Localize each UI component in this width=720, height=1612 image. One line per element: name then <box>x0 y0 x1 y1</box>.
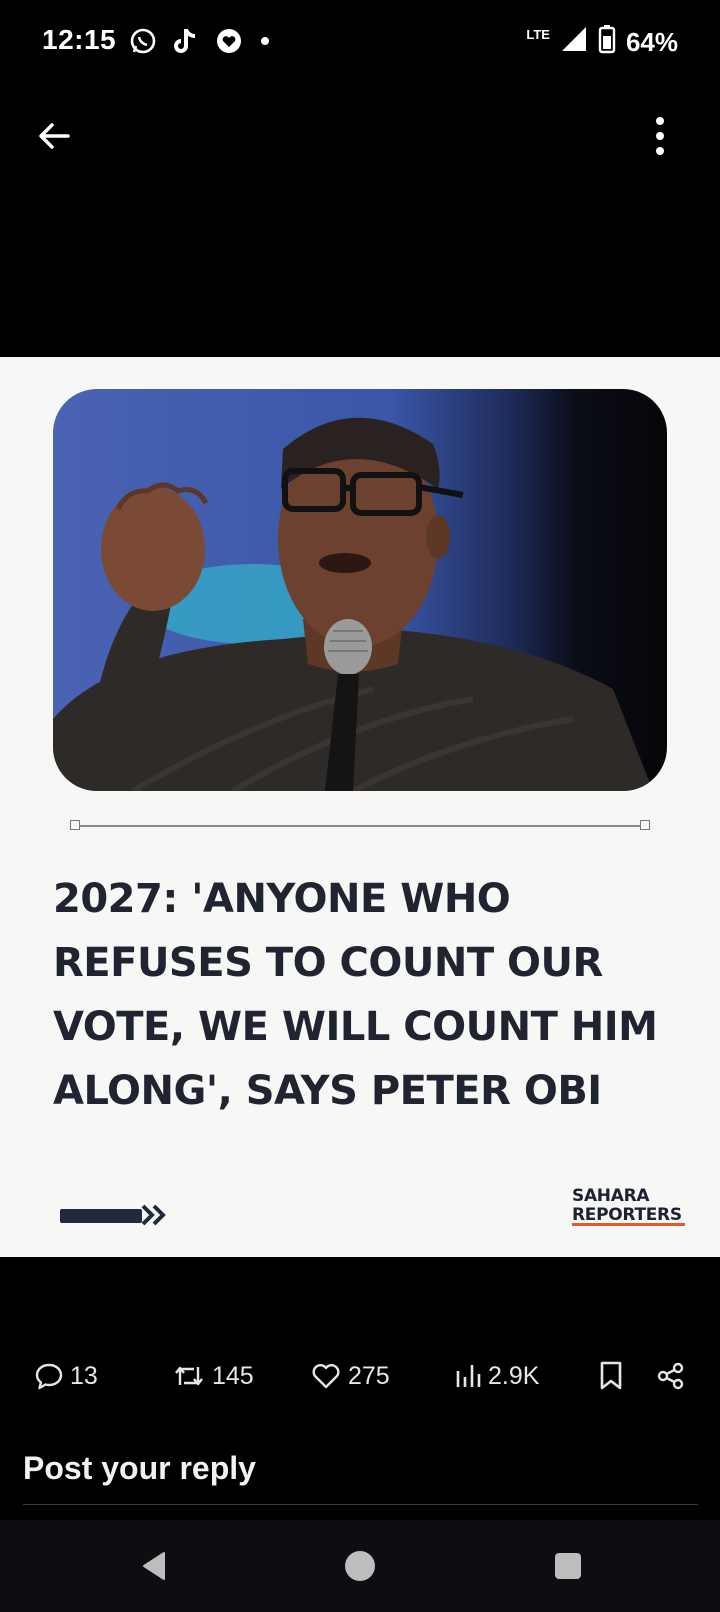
divider-handle-left <box>70 820 80 830</box>
post-actions: 13 145 275 2.9K <box>0 1350 720 1402</box>
back-button[interactable] <box>30 112 78 160</box>
bar-chart-icon <box>456 1365 481 1387</box>
nav-home-button[interactable] <box>340 1546 380 1586</box>
circle-home-icon <box>345 1551 375 1581</box>
dot-icon <box>258 34 272 53</box>
headline-line: 2027: 'ANYONE WHO <box>53 876 511 922</box>
headline-line: ALONG', SAYS PETER OBI <box>53 1068 602 1114</box>
bookmark-button[interactable] <box>598 1350 624 1402</box>
more-options-button[interactable] <box>640 112 680 160</box>
repost-icon <box>175 1366 203 1386</box>
share-button[interactable] <box>656 1350 686 1402</box>
square-recents-icon <box>555 1553 581 1579</box>
reply-count: 13 <box>70 1361 98 1390</box>
headline-line: REFUSES TO COUNT OUR <box>53 940 603 986</box>
speaker-photo <box>53 389 667 791</box>
system-nav-bar <box>0 1520 720 1612</box>
post-media-image[interactable]: 2027: 'ANYONE WHO REFUSES TO COUNT OUR V… <box>0 357 720 1257</box>
status-bar: 12:15 LTE 64% <box>0 0 720 84</box>
triangle-back-icon <box>143 1552 165 1580</box>
brand-logo: SAHARA REPORTERS <box>572 1187 684 1225</box>
reply-input[interactable]: Post your reply <box>23 1450 256 1487</box>
heart-app-icon <box>214 26 244 61</box>
reply-button[interactable]: 13 <box>34 1350 98 1402</box>
repost-button[interactable]: 145 <box>172 1350 254 1402</box>
heart-icon <box>312 1364 340 1389</box>
reply-divider <box>23 1504 698 1505</box>
nav-recents-button[interactable] <box>548 1546 588 1586</box>
bookmark-icon <box>600 1361 622 1390</box>
double-chevron-icon <box>140 1200 168 1235</box>
like-button[interactable]: 275 <box>310 1350 390 1402</box>
divider-line <box>74 825 644 827</box>
headline: 2027: 'ANYONE WHO REFUSES TO COUNT OUR V… <box>53 867 673 1123</box>
repost-count: 145 <box>212 1361 254 1390</box>
battery-icon <box>598 24 616 61</box>
more-vertical-icon <box>656 117 664 155</box>
brand-line-1: SAHARA <box>572 1186 650 1206</box>
status-time: 12:15 <box>42 24 117 55</box>
view-count: 2.9K <box>488 1361 540 1390</box>
comment-icon <box>35 1363 63 1390</box>
nav-back-button[interactable] <box>134 1546 174 1586</box>
headline-line: VOTE, WE WILL COUNT HIM <box>53 1004 658 1050</box>
like-count: 275 <box>348 1361 390 1390</box>
back-arrow-icon <box>39 123 70 149</box>
views-button[interactable]: 2.9K <box>454 1350 539 1402</box>
signal-icon <box>560 25 588 60</box>
tiktok-icon <box>172 26 200 61</box>
decorative-arrow-bar <box>60 1209 142 1223</box>
brand-underline <box>572 1223 685 1226</box>
divider-handle-right <box>640 820 650 830</box>
battery-level: 64% <box>625 27 678 57</box>
network-type: LTE <box>526 27 550 42</box>
whatsapp-icon <box>128 26 158 61</box>
share-icon <box>657 1362 684 1390</box>
